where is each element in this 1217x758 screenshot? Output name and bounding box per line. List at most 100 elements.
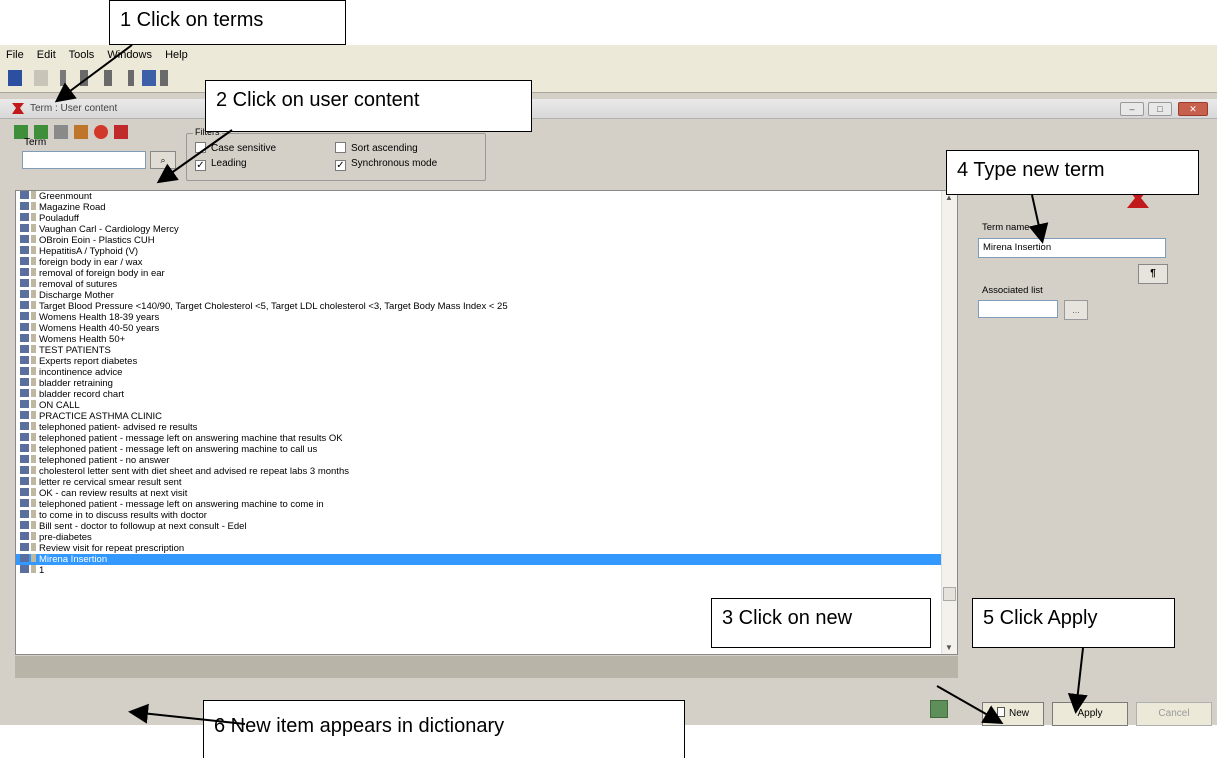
term-list-item[interactable]: HepatitisA / Typhoid (V)	[16, 246, 941, 257]
term-item-icon	[20, 224, 29, 232]
term-item-label: incontinence advice	[39, 367, 123, 378]
term-list-item[interactable]: 1	[16, 565, 941, 576]
sort-ascending-checkbox[interactable]: Sort ascending	[335, 142, 418, 154]
new-button[interactable]: New	[982, 702, 1044, 726]
leading-checkbox[interactable]: ✓ Leading	[195, 158, 247, 171]
menu-help[interactable]: Help	[165, 49, 188, 61]
term-item-page-icon	[31, 367, 36, 375]
close-button[interactable]: ✕	[1178, 102, 1208, 116]
term-item-label: bladder record chart	[39, 389, 125, 400]
term-list-item[interactable]: Experts report diabetes	[16, 356, 941, 367]
term-item-page-icon	[31, 301, 36, 309]
term-list-item[interactable]: OK - can review results at next visit	[16, 488, 941, 499]
user-content-icon[interactable]	[54, 125, 68, 139]
calendar-icon[interactable]	[142, 70, 156, 86]
term-list-item[interactable]: Greenmount	[16, 191, 941, 202]
menu-edit[interactable]: Edit	[37, 49, 56, 61]
term-item-page-icon	[31, 257, 36, 265]
term-list-item[interactable]: Mirena Insertion	[16, 554, 941, 565]
term-item-icon	[20, 235, 29, 243]
term-item-page-icon	[31, 389, 36, 397]
term-list-item[interactable]: foreign body in ear / wax	[16, 257, 941, 268]
term-list-item[interactable]: PRACTICE ASTHMA CLINIC	[16, 411, 941, 422]
toolbar-button-icon[interactable]	[128, 70, 134, 86]
term-list-item[interactable]: removal of foreign body in ear	[16, 268, 941, 279]
leading-box[interactable]: ✓	[195, 160, 206, 171]
term-item-page-icon	[31, 521, 36, 529]
term-list-item[interactable]: removal of sutures	[16, 279, 941, 290]
cancel-button[interactable]: Cancel	[1136, 702, 1212, 726]
term-item-page-icon	[31, 433, 36, 441]
term-item-page-icon	[31, 334, 36, 342]
filters-group: Filters Case sensitive ✓ Leading Sort asc…	[186, 127, 486, 181]
sort-ascending-box[interactable]	[335, 142, 346, 153]
term-list-item[interactable]: Womens Health 18-39 years	[16, 312, 941, 323]
term-list-item[interactable]: telephoned patient - no answer	[16, 455, 941, 466]
term-list-item[interactable]: Pouladuff	[16, 213, 941, 224]
delete-icon[interactable]	[94, 125, 108, 139]
callout-text-6: 6 New item appears in dictionary	[214, 715, 505, 737]
term-item-icon	[20, 400, 29, 408]
minimize-button[interactable]: –	[1120, 102, 1144, 116]
term-item-page-icon	[31, 488, 36, 496]
term-list-item[interactable]: pre-diabetes	[16, 532, 941, 543]
term-list-item[interactable]: incontinence advice	[16, 367, 941, 378]
toolbar-button-icon[interactable]	[34, 70, 48, 86]
term-list-item[interactable]: Discharge Mother	[16, 290, 941, 301]
menu-windows[interactable]: Windows	[107, 49, 152, 61]
term-item-page-icon	[31, 312, 36, 320]
term-list-item[interactable]: Womens Health 50+	[16, 334, 941, 345]
term-list-item[interactable]: bladder record chart	[16, 389, 941, 400]
scroll-down-icon[interactable]: ▼	[945, 643, 953, 652]
term-list-item[interactable]: telephoned patient - message left on ans…	[16, 444, 941, 455]
term-item-icon	[20, 290, 29, 298]
toolbar-button-icon[interactable]	[80, 70, 88, 86]
menu-tools[interactable]: Tools	[69, 49, 95, 61]
paragraph-button[interactable]: ¶	[1138, 264, 1168, 284]
term-item-icon	[20, 488, 29, 496]
term-list-item[interactable]: telephoned patient- advised re results	[16, 422, 941, 433]
menu-file[interactable]: File	[6, 49, 24, 61]
term-list-item[interactable]: OBroin Eoin - Plastics CUH	[16, 235, 941, 246]
term-list-item[interactable]: Target Blood Pressure <140/90, Target Ch…	[16, 301, 941, 312]
toolbar-button-icon[interactable]	[160, 70, 168, 86]
term-list-item[interactable]: TEST PATIENTS	[16, 345, 941, 356]
case-sensitive-box[interactable]	[195, 142, 206, 153]
term-list-item[interactable]: cholesterol letter sent with diet sheet …	[16, 466, 941, 477]
term-search-input[interactable]	[22, 151, 146, 169]
term-item-label: Pouladuff	[39, 213, 79, 224]
term-list-item[interactable]: to come in to discuss results with docto…	[16, 510, 941, 521]
term-search-button[interactable]: ⌕	[150, 151, 176, 169]
term-item-icon	[20, 532, 29, 540]
case-sensitive-checkbox[interactable]: Case sensitive	[195, 142, 276, 154]
associated-list-input[interactable]	[978, 300, 1058, 318]
term-item-page-icon	[31, 411, 36, 419]
export-icon[interactable]	[114, 125, 128, 139]
term-list-item[interactable]: telephoned patient - message left on ans…	[16, 499, 941, 510]
term-list-item[interactable]: telephoned patient - message left on ans…	[16, 433, 941, 444]
maximize-button[interactable]: □	[1148, 102, 1172, 116]
term-list-item[interactable]: Bill sent - doctor to followup at next c…	[16, 521, 941, 532]
import-icon[interactable]	[74, 125, 88, 139]
term-list-item[interactable]: Review visit for repeat prescription	[16, 543, 941, 554]
associated-list-browse-button[interactable]: ...	[1064, 300, 1088, 320]
scroll-thumb[interactable]	[943, 587, 956, 601]
terms-icon[interactable]	[60, 70, 66, 86]
term-list-item[interactable]: bladder retraining	[16, 378, 941, 389]
term-list-item[interactable]: letter re cervical smear result sent	[16, 477, 941, 488]
term-list-item[interactable]: ON CALL	[16, 400, 941, 411]
term-list-item[interactable]: Womens Health 40-50 years	[16, 323, 941, 334]
list-scrollbar[interactable]: ▲ ▼	[941, 191, 957, 654]
apply-button[interactable]: Apply	[1052, 702, 1128, 726]
term-item-page-icon	[31, 213, 36, 221]
term-name-input[interactable]: Mirena Insertion	[978, 238, 1166, 258]
term-item-label: telephoned patient - no answer	[39, 455, 170, 466]
synchronous-mode-label: Synchronous mode	[351, 158, 438, 169]
term-list-item[interactable]: Vaughan Carl - Cardiology Mercy	[16, 224, 941, 235]
term-list-item[interactable]: Magazine Road	[16, 202, 941, 213]
synchronous-mode-box[interactable]: ✓	[335, 160, 346, 171]
save-icon[interactable]	[8, 70, 22, 86]
term-item-icon	[20, 433, 29, 441]
toolbar-button-icon[interactable]	[104, 70, 112, 86]
synchronous-mode-checkbox[interactable]: ✓ Synchronous mode	[335, 158, 437, 171]
